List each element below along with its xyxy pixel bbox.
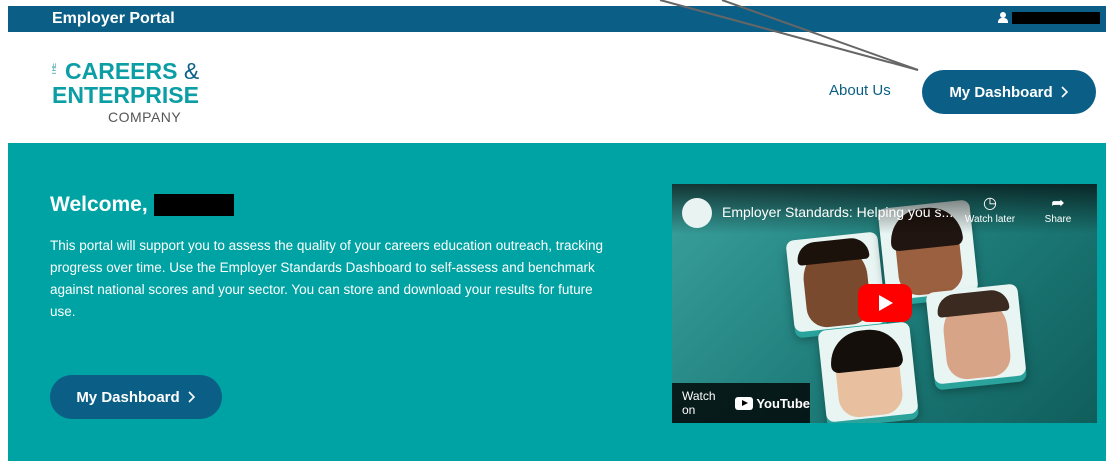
face-tile-3 [817, 321, 919, 423]
careers-enterprise-logo[interactable]: THE CAREERS & ENTERPRISE COMPANY [52, 59, 222, 127]
clock-icon: ◷ [983, 195, 997, 212]
watch-on-youtube-button[interactable]: Watch on YouTube [672, 383, 810, 423]
logo-the: THE [52, 63, 58, 75]
about-us-link[interactable]: About Us [829, 82, 891, 99]
my-dashboard-label: My Dashboard [949, 83, 1053, 101]
watch-later-label: Watch later [964, 214, 1016, 225]
redacted-username [1012, 12, 1100, 24]
welcome-heading: Welcome, [50, 193, 234, 217]
youtube-wordmark: YouTube [756, 395, 810, 411]
hero-dashboard-label: My Dashboard [76, 388, 180, 406]
share-button[interactable]: ➦ Share [1038, 194, 1078, 225]
play-button-icon[interactable] [858, 284, 912, 322]
welcome-text: Welcome, [50, 193, 148, 216]
video-title[interactable]: Employer Standards: Helping you s... [722, 204, 953, 220]
watch-later-button[interactable]: ◷ Watch later [964, 194, 1016, 225]
watch-on-label: Watch on [682, 389, 716, 417]
redacted-name [153, 194, 234, 216]
youtube-logo: YouTube [735, 396, 810, 411]
site-header: THE CAREERS & ENTERPRISE COMPANY About U… [8, 32, 1106, 143]
chevron-right-icon [188, 391, 195, 403]
intro-text: This portal will support you to assess t… [50, 238, 604, 319]
chevron-right-icon [1061, 86, 1068, 98]
portal-title: Employer Portal [52, 10, 175, 27]
youtube-play-icon [735, 396, 754, 410]
user-icon [998, 12, 1008, 24]
hero-section: Welcome, This portal will support you to… [8, 143, 1106, 461]
logo-line2: ENTERPRISE [52, 82, 199, 108]
youtube-video-embed[interactable]: Employer Standards: Helping you s... ◷ W… [672, 184, 1097, 423]
logo-line1: CAREERS & [65, 58, 200, 84]
share-icon: ➦ [1051, 195, 1065, 212]
face-tile-4 [925, 283, 1027, 385]
top-bar: Employer Portal [8, 6, 1106, 32]
user-menu[interactable] [998, 12, 1100, 24]
share-label: Share [1044, 214, 1072, 225]
channel-avatar[interactable] [682, 198, 712, 228]
my-dashboard-button[interactable]: My Dashboard [922, 70, 1096, 114]
hero-dashboard-button[interactable]: My Dashboard [50, 375, 222, 419]
logo-line3: COMPANY [108, 109, 182, 125]
